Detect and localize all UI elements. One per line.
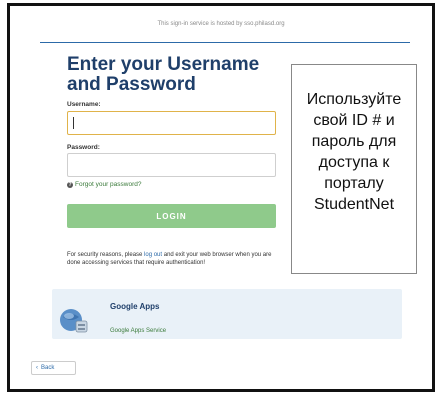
google-apps-globe-icon <box>60 309 88 333</box>
chevron-left-icon: ‹ <box>36 365 38 371</box>
page-title: Enter your Username and Password <box>67 55 277 95</box>
password-label: Password: <box>67 144 100 151</box>
google-apps-service[interactable]: Google Apps Google Apps Service <box>52 289 402 339</box>
text-caret <box>73 117 74 129</box>
username-label: Username: <box>67 101 101 108</box>
security-note: For security reasons, please log out and… <box>67 251 279 267</box>
service-subtitle: Google Apps Service <box>110 328 167 334</box>
question-icon: ? <box>67 181 73 188</box>
password-field[interactable] <box>67 153 276 177</box>
page-title-line-1: Enter your Username <box>67 54 260 75</box>
back-label: Back <box>41 365 55 371</box>
forgot-password-link[interactable]: ? Forgot your password? <box>67 181 141 188</box>
logout-link[interactable]: log out <box>144 252 162 258</box>
forgot-password-label: Forgot your password? <box>75 181 142 188</box>
back-button[interactable]: ‹ Back <box>31 361 76 375</box>
header-divider <box>40 42 410 43</box>
username-field[interactable] <box>67 111 276 135</box>
security-note-before: For security reasons, please <box>67 252 145 258</box>
page-title-line-2: and Password <box>67 74 196 95</box>
service-title: Google Apps <box>110 302 160 311</box>
hosted-by-text: This sign-in service is hosted by sso.ph… <box>157 21 285 27</box>
login-button[interactable]: LOGIN <box>67 204 276 228</box>
studentnet-callout: Используйте свой ID # и пароль для досту… <box>291 64 417 274</box>
